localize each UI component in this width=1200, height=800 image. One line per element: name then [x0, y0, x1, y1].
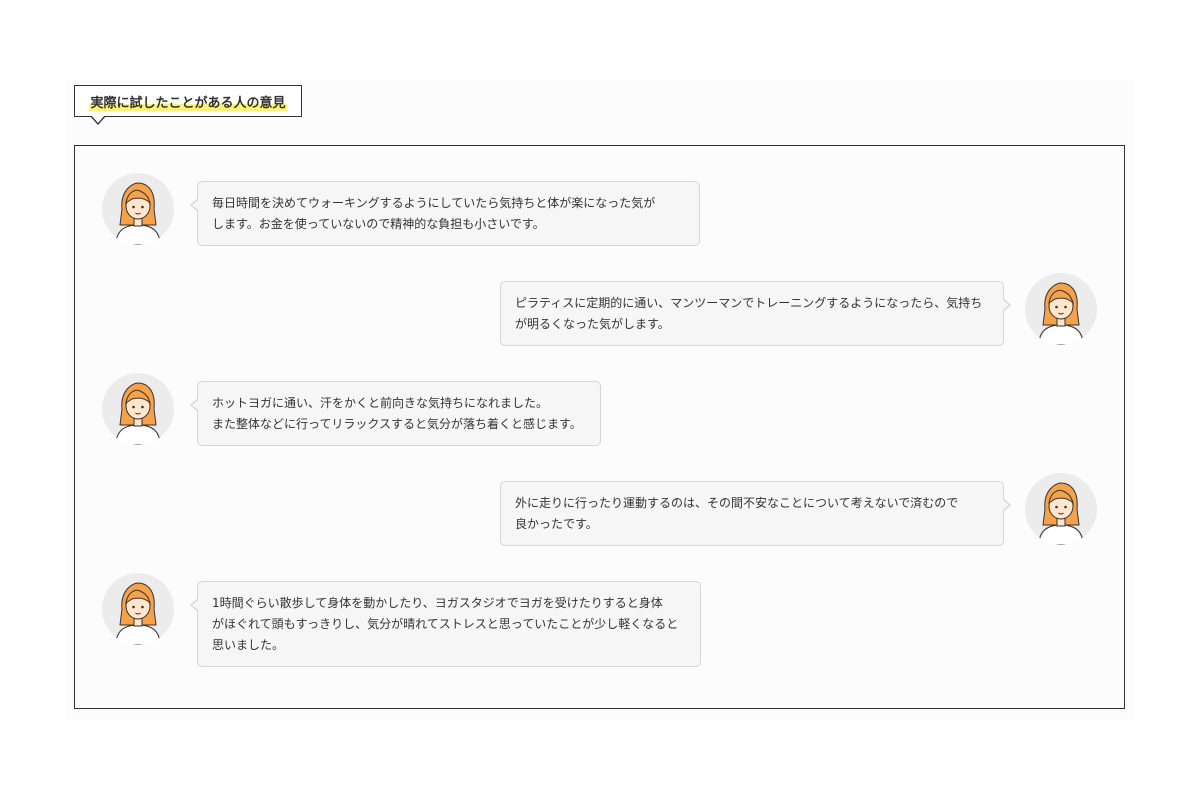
- woman-avatar-icon: [102, 573, 174, 645]
- comment-text-line: がほぐれて頭もすっきりし、気分が晴れてストレスと思っていたことが少し軽くなると: [212, 617, 679, 631]
- comment-bubble: 外に走りに行ったり運動するのは、その間不安なことについて考えないで済むので 良か…: [500, 481, 1011, 546]
- comment-text-line: 良かったです。: [515, 517, 598, 531]
- comment-bubble: 毎日時間を決めてウォーキングするようにしていたら気持ちと体が楽になった気が しま…: [190, 181, 700, 246]
- comment-text-line: 1時間ぐらい散歩して身体を動かしたり、ヨガスタジオでヨガを受けたりすると身体: [212, 596, 663, 610]
- comment-text-line: ピラティスに定期的に通い、マンツーマンでトレーニングするようになったら、気持ち: [515, 296, 983, 310]
- comment-bubble: ピラティスに定期的に通い、マンツーマンでトレーニングするようになったら、気持ち …: [500, 281, 1011, 346]
- section-heading: 実際に試したことがある人の意見: [89, 91, 287, 111]
- comment-text-line: ホットヨガに通い、汗をかくと前向きな気持ちになれました。: [212, 396, 549, 410]
- comments-frame: 毎日時間を決めてウォーキングするようにしていたら気持ちと体が楽になった気が しま…: [74, 145, 1125, 709]
- woman-avatar-icon: [102, 173, 174, 245]
- woman-avatar-icon: [1025, 473, 1097, 545]
- comment-bubble: 1時間ぐらい散歩して身体を動かしたり、ヨガスタジオでヨガを受けたりすると身体 が…: [190, 581, 701, 667]
- comment-text-line: また整体などに行ってリラックスすると気分が落ち着くと感じます。: [212, 417, 582, 431]
- comment-text-line: 毎日時間を決めてウォーキングするようにしていたら気持ちと体が楽になった気が: [212, 196, 656, 210]
- comment-bubble: ホットヨガに通い、汗をかくと前向きな気持ちになれました。 また整体などに行ってリ…: [190, 381, 601, 446]
- woman-avatar-icon: [1025, 273, 1097, 345]
- comment-text-line: が明るくなった気がします。: [515, 317, 670, 331]
- section-heading-box: 実際に試したことがある人の意見: [74, 85, 302, 125]
- comment-text-line: 外に走りに行ったり運動するのは、その間不安なことについて考えないで済むので: [515, 496, 959, 510]
- comment-text-line: 思いました。: [212, 638, 285, 652]
- comment-text-line: します。お金を使っていないので精神的な負担も小さいです。: [212, 217, 545, 231]
- woman-avatar-icon: [102, 373, 174, 445]
